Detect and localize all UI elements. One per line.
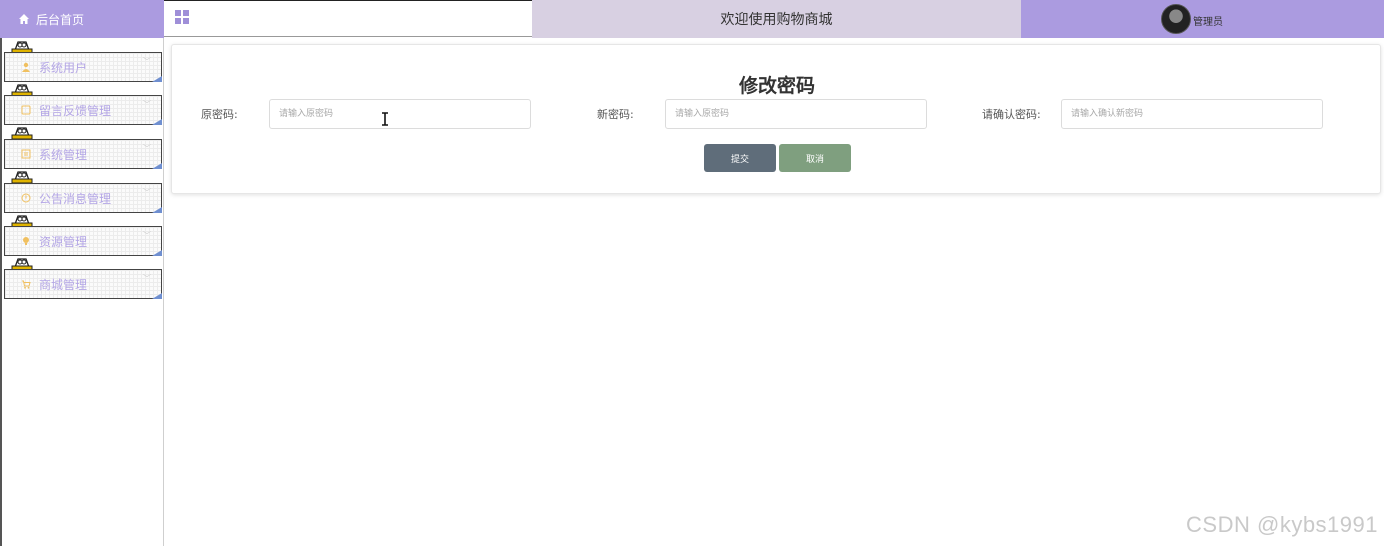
sidebar-item-label: 留言反馈管理 <box>39 103 112 118</box>
new-password-label: 新密码: <box>597 108 634 121</box>
binder-clip-icon <box>11 127 33 140</box>
avatar[interactable] <box>1161 4 1191 34</box>
old-password-label: 原密码: <box>201 108 238 121</box>
page-corner <box>152 119 162 125</box>
sidebar: 系统用户 ﹀ 留言反馈管理 ﹀ 系统管理 ﹀ 公告消息管理 ﹀ 资源管理 ﹀ 商… <box>0 38 164 546</box>
text-cursor-icon <box>382 112 388 126</box>
page-corner <box>152 76 162 82</box>
sidebar-item-label: 商城管理 <box>39 277 88 292</box>
page-title: 修改密码 <box>738 75 815 97</box>
chevron-down-icon: ﹀ <box>143 144 151 153</box>
sidebar-item-notices[interactable]: 公告消息管理 ﹀ <box>4 183 162 213</box>
sidebar-item-label: 系统管理 <box>39 147 88 162</box>
chevron-down-icon: ﹀ <box>143 231 151 240</box>
new-password-input[interactable] <box>665 99 927 129</box>
page-corner <box>152 163 162 169</box>
sidebar-item-label: 系统用户 <box>39 60 88 75</box>
chevron-down-icon: ﹀ <box>143 100 151 109</box>
home-link[interactable]: 后台首页 <box>0 0 164 38</box>
binder-clip-icon <box>11 171 33 184</box>
sidebar-item-resources[interactable]: 资源管理 ﹀ <box>4 226 162 256</box>
sidebar-item-system-users[interactable]: 系统用户 ﹀ <box>4 52 162 82</box>
home-icon <box>19 14 29 24</box>
submit-button[interactable]: 提交 <box>704 144 776 172</box>
notice-icon <box>21 193 31 203</box>
feedback-icon <box>21 105 31 115</box>
sidebar-item-system-management[interactable]: 系统管理 ﹀ <box>4 139 162 169</box>
sidebar-item-label: 公告消息管理 <box>39 191 112 206</box>
resource-icon <box>23 237 29 245</box>
user-name[interactable]: 管理员 <box>1193 13 1223 28</box>
confirm-password-label: 请确认密码: <box>982 108 1041 121</box>
page-corner <box>152 250 162 256</box>
chevron-down-icon: ﹀ <box>143 57 151 66</box>
user-area[interactable]: 管理员 <box>1021 0 1384 38</box>
header-title: 欢迎使用购物商城 <box>532 0 1021 38</box>
watermark: CSDN @kybs1991 <box>1186 512 1378 537</box>
sidebar-item-shop[interactable]: 商城管理 ﹀ <box>4 269 162 299</box>
confirm-password-input[interactable] <box>1061 99 1323 129</box>
chevron-down-icon: ﹀ <box>143 274 151 283</box>
header-toolbar <box>164 0 532 37</box>
sidebar-item-label: 资源管理 <box>39 234 88 249</box>
old-password-input[interactable] <box>269 99 531 129</box>
cancel-button[interactable]: 取消 <box>779 144 851 172</box>
menu-grid-icon[interactable] <box>175 10 189 24</box>
system-icon <box>21 149 31 159</box>
sidebar-item-feedback[interactable]: 留言反馈管理 ﹀ <box>4 95 162 125</box>
change-password-card: 修改密码 原密码: 新密码: 请确认密码: 提交 取消 <box>171 44 1381 194</box>
user-icon <box>22 62 30 72</box>
home-label: 后台首页 <box>36 12 85 27</box>
page-corner <box>152 207 162 213</box>
top-bar: 后台首页 欢迎使用购物商城 管理员 <box>0 0 1384 38</box>
cart-icon <box>22 280 31 289</box>
page-corner <box>152 293 162 299</box>
chevron-down-icon: ﹀ <box>143 188 151 197</box>
